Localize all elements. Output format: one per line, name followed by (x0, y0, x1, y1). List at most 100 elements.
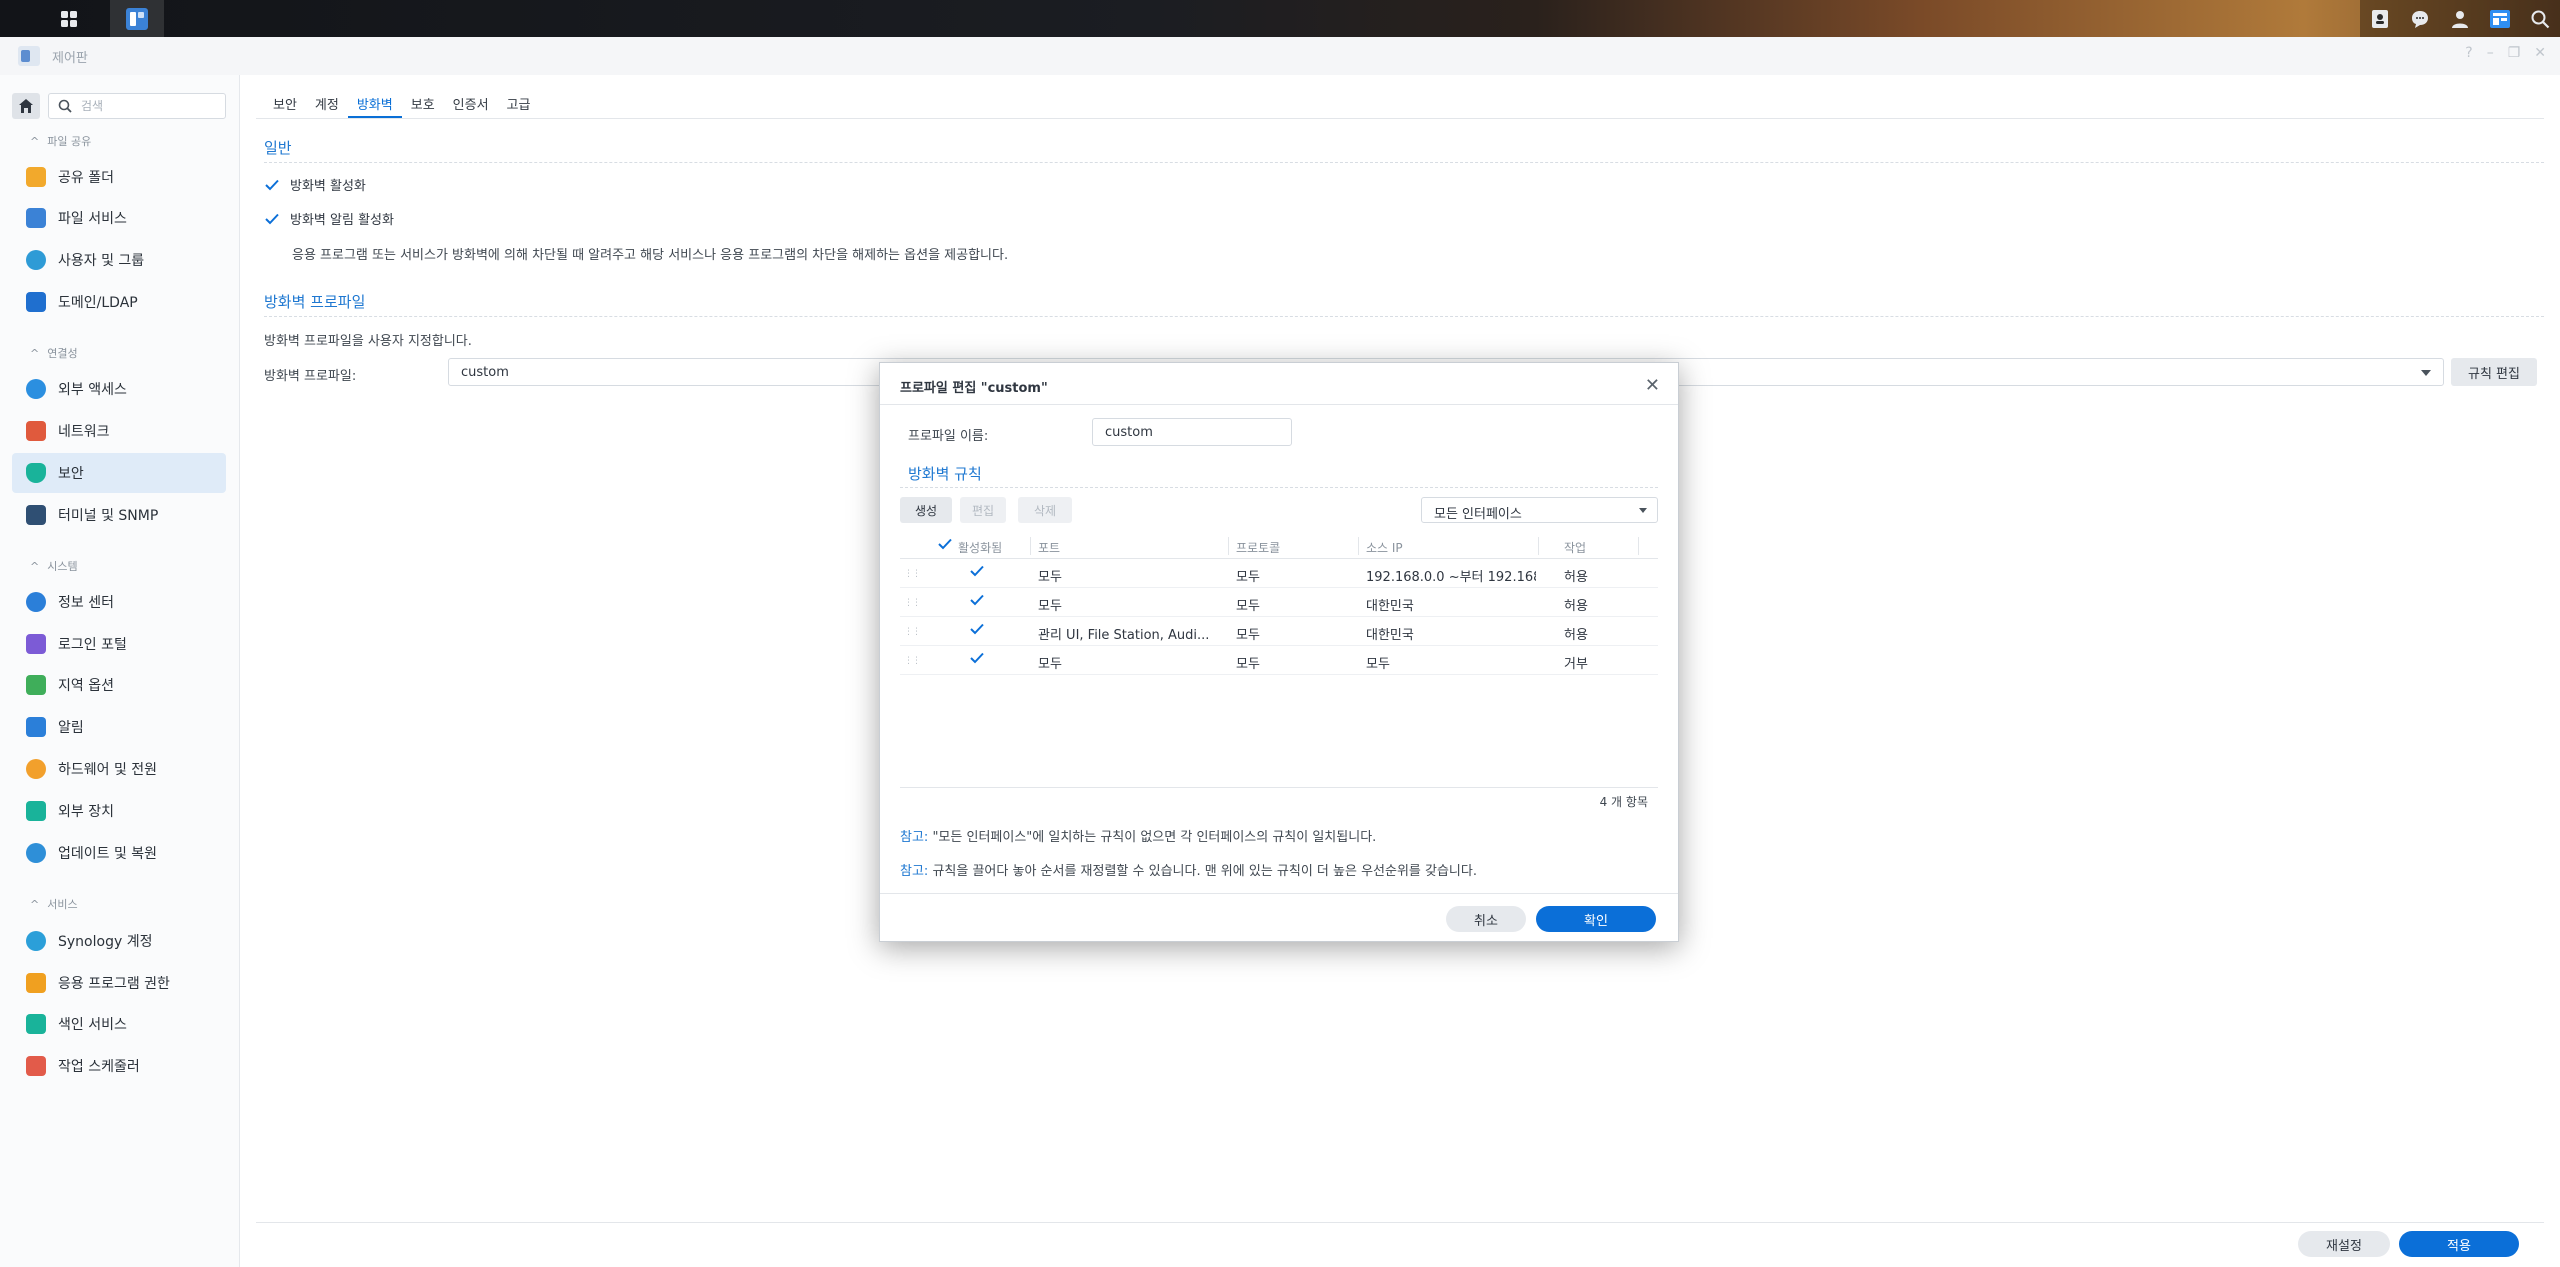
edit-button[interactable]: 편집 (960, 497, 1006, 523)
profile-section-title: 방화벽 프로파일 (264, 293, 366, 311)
sidebar-item-domain-ldap[interactable]: 도메인/LDAP (12, 282, 226, 322)
enable-notify-checkbox[interactable] (264, 211, 280, 227)
terminal-icon (26, 505, 46, 525)
apply-button[interactable]: 적용 (2399, 1231, 2519, 1257)
sidebar-item-app-privileges[interactable]: 응용 프로그램 권한 (12, 963, 226, 1003)
search-icon[interactable] (2520, 0, 2560, 37)
profile-label: 방화벽 프로파일: (264, 369, 357, 384)
search-input[interactable] (81, 98, 219, 114)
control-panel-icon[interactable] (110, 0, 164, 37)
edit-rules-button[interactable]: 규칙 편집 (2451, 358, 2537, 386)
sidebar-item-task-scheduler[interactable]: 작업 스케줄러 (12, 1046, 226, 1086)
sidebar-item-external-devices[interactable]: 외부 장치 (12, 791, 226, 831)
table-row[interactable]: ⋮⋮ 모두 모두 모두 거부 (900, 646, 1658, 675)
minimize-icon[interactable]: – (2487, 45, 2494, 61)
sidebar-item-update-restore[interactable]: 업데이트 및 복원 (12, 833, 226, 873)
sidebar-item-hardware-power[interactable]: 하드웨어 및 전원 (12, 749, 226, 789)
sidebar-item-notification[interactable]: 알림 (12, 707, 226, 747)
footer-divider (256, 1222, 2544, 1223)
tab-bar: 보안 계정 방화벽 보호 인증서 고급 (264, 88, 539, 118)
tab-account[interactable]: 계정 (306, 88, 348, 118)
control-panel-app-icon (18, 46, 40, 66)
close-icon[interactable]: ✕ (2534, 45, 2546, 61)
cell-port: 모두 (1038, 657, 1062, 672)
column-separator (1538, 537, 1539, 555)
sidebar-item-indexing-service[interactable]: 색인 서비스 (12, 1004, 226, 1044)
col-enabled[interactable]: 활성화됨 (958, 539, 1002, 556)
enable-firewall-row[interactable]: 방화벽 활성화 (264, 175, 366, 194)
row-enabled-checkbox[interactable] (970, 652, 986, 668)
chat-icon[interactable] (2400, 0, 2440, 37)
col-protocol[interactable]: 프로토콜 (1236, 539, 1280, 556)
app-privileges-icon (26, 973, 46, 993)
close-icon[interactable]: ✕ (1645, 375, 1660, 396)
indexing-service-icon (26, 1014, 46, 1034)
apps-grid-icon[interactable] (42, 0, 96, 37)
cell-action: 허용 (1564, 628, 1588, 643)
cancel-button[interactable]: 취소 (1446, 906, 1526, 932)
row-enabled-checkbox[interactable] (970, 623, 986, 639)
sidebar-item-shared-folder[interactable]: 공유 폴더 (12, 157, 226, 197)
window-title: 제어판 (52, 51, 88, 66)
tab-firewall[interactable]: 방화벽 (347, 88, 402, 118)
section-system[interactable]: ^ 시스템 (30, 558, 78, 574)
help-icon[interactable]: ? (2465, 45, 2472, 61)
create-button[interactable]: 생성 (900, 497, 952, 523)
section-services[interactable]: ^ 서비스 (30, 896, 78, 912)
sidebar-item-users-groups[interactable]: 사용자 및 그룹 (12, 240, 226, 280)
row-enabled-checkbox[interactable] (970, 565, 986, 581)
sidebar-item-synology-account[interactable]: Synology 계정 (12, 921, 226, 961)
notify-description: 응용 프로그램 또는 서비스가 방화벽에 의해 차단될 때 알려주고 해당 서비… (292, 248, 1009, 263)
search-icon (58, 99, 72, 113)
row-enabled-checkbox[interactable] (970, 594, 986, 610)
profile-name-input[interactable] (1092, 418, 1292, 446)
tab-advanced[interactable]: 고급 (498, 88, 540, 118)
sidebar-item-network[interactable]: 네트워크 (12, 411, 226, 451)
interface-select[interactable]: 모든 인터페이스 (1421, 497, 1658, 523)
section-file-sharing[interactable]: ^ 파일 공유 (30, 133, 91, 149)
restore-icon[interactable]: ❐ (2508, 45, 2521, 61)
section-connectivity[interactable]: ^ 연결성 (30, 345, 78, 361)
contact-icon[interactable] (2360, 0, 2400, 37)
col-action[interactable]: 작업 (1564, 539, 1586, 556)
sidebar-search (48, 93, 226, 119)
chevron-up-icon: ^ (30, 346, 40, 360)
sidebar-item-regional-options[interactable]: 지역 옵션 (12, 665, 226, 705)
table-row[interactable]: ⋮⋮ 모두 모두 대한민국 허용 (900, 588, 1658, 617)
rules-table: 활성화됨 포트 프로토콜 소스 IP 작업 ⋮⋮ 모두 모두 192.168.0… (900, 533, 1658, 675)
tab-security[interactable]: 보안 (264, 88, 306, 118)
item-count: 4 개 항목 (1599, 795, 1648, 809)
enable-firewall-checkbox[interactable] (264, 177, 280, 193)
table-row[interactable]: ⋮⋮ 모두 모두 192.168.0.0 ~부터 192.168... 허용 (900, 559, 1658, 588)
sidebar-item-info-center[interactable]: 정보 센터 (12, 582, 226, 622)
home-icon (19, 99, 33, 113)
chevron-up-icon: ^ (30, 897, 40, 911)
sidebar-item-security[interactable]: 보안 (12, 453, 226, 493)
rules-section-title: 방화벽 규칙 (908, 465, 982, 483)
external-devices-icon (26, 801, 46, 821)
widgets-icon[interactable] (2480, 0, 2520, 37)
sidebar-item-file-services[interactable]: 파일 서비스 (12, 198, 226, 238)
sidebar-item-login-portal[interactable]: 로그인 포털 (12, 624, 226, 664)
user-icon[interactable] (2440, 0, 2480, 37)
drag-handle-icon[interactable]: ⋮⋮ (904, 656, 921, 666)
col-source-ip[interactable]: 소스 IP (1366, 539, 1403, 556)
sidebar-item-terminal-snmp[interactable]: 터미널 및 SNMP (12, 495, 226, 535)
home-button[interactable] (12, 93, 40, 119)
drag-handle-icon[interactable]: ⋮⋮ (904, 627, 921, 637)
tab-divider (256, 118, 2544, 119)
drag-handle-icon[interactable]: ⋮⋮ (904, 598, 921, 608)
col-port[interactable]: 포트 (1038, 539, 1060, 556)
tab-certificate[interactable]: 인증서 (444, 88, 498, 118)
table-row[interactable]: ⋮⋮ 관리 UI, File Station, Audi... 모두 대한민국 … (900, 617, 1658, 646)
reset-button[interactable]: 재설정 (2298, 1231, 2390, 1257)
section-divider (264, 162, 2544, 163)
drag-handle-icon[interactable]: ⋮⋮ (904, 569, 921, 579)
tab-protection[interactable]: 보호 (402, 88, 444, 118)
select-all-checkbox[interactable] (938, 538, 952, 553)
sidebar-item-external-access[interactable]: 외부 액세스 (12, 369, 226, 409)
ok-button[interactable]: 확인 (1536, 906, 1656, 932)
cell-action: 거부 (1564, 657, 1588, 672)
delete-button[interactable]: 삭제 (1018, 497, 1072, 523)
enable-notify-row[interactable]: 방화벽 알림 활성화 (264, 209, 394, 228)
